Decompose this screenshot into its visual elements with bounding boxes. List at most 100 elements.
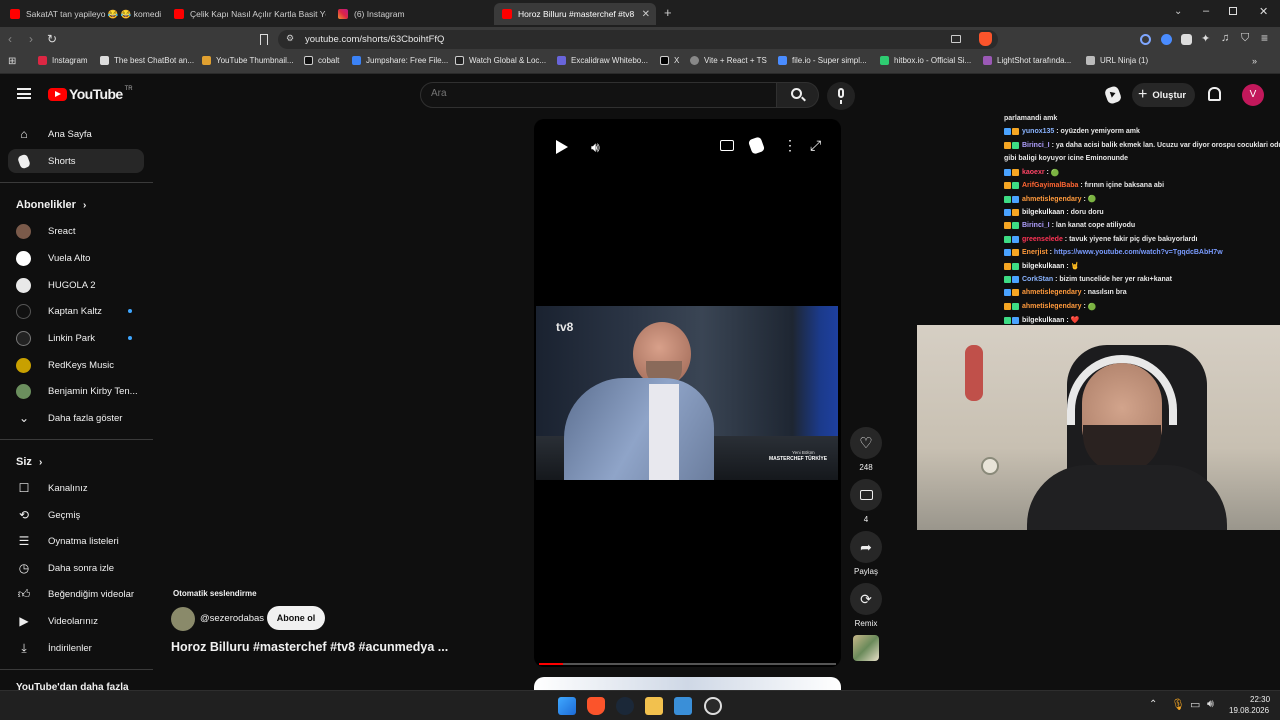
subscription-item[interactable]: Vuela Alto: [8, 246, 144, 270]
extensions-puzzle-icon[interactable]: ✦: [1201, 32, 1210, 45]
back-icon[interactable]: ‹: [8, 32, 12, 46]
search-input[interactable]: [431, 88, 761, 99]
brave-browser-icon[interactable]: [587, 697, 605, 715]
avatar[interactable]: V: [1242, 84, 1264, 106]
short-title[interactable]: Horoz Billuru #masterchef #tv8 #acunmedy…: [171, 640, 448, 654]
cast-icon[interactable]: [951, 35, 961, 43]
channel-avatar[interactable]: [171, 607, 195, 631]
app-icon[interactable]: [674, 697, 692, 715]
subscription-item[interactable]: RedKeys Music: [8, 353, 144, 377]
forward-icon[interactable]: ›: [29, 32, 33, 46]
close-tab-icon[interactable]: ✕: [642, 9, 650, 20]
create-button[interactable]: + Oluştur: [1132, 83, 1195, 107]
progress-track[interactable]: [539, 663, 836, 665]
tab-list-chevron-icon[interactable]: ⌄: [1174, 6, 1182, 17]
sidebar-item-home[interactable]: ⌂ Ana Sayfa: [8, 122, 144, 146]
bookmark-item[interactable]: Vite + React + TS: [690, 56, 767, 65]
bookmark-item[interactable]: Instagram: [38, 56, 88, 65]
comments-button[interactable]: [850, 479, 882, 511]
wallet-icon[interactable]: ⛉: [1241, 32, 1249, 45]
more-options-icon[interactable]: ⋮: [783, 137, 797, 154]
volume-icon[interactable]: 🔊︎: [591, 139, 600, 156]
new-tab-button[interactable]: +: [664, 5, 672, 20]
subscription-item[interactable]: Kaptan Kaltz: [8, 299, 144, 323]
more-bookmarks-icon[interactable]: »: [1252, 56, 1257, 66]
clock-time[interactable]: 22:30: [1250, 695, 1270, 704]
bookmark-item[interactable]: YouTube Thumbnail...: [202, 56, 294, 65]
bookmark-item[interactable]: X: [660, 56, 679, 65]
file-explorer-icon[interactable]: [645, 697, 663, 715]
sound-thumbnail[interactable]: [853, 635, 879, 661]
tab-active[interactable]: Horoz Billuru #masterchef #tv8 # ✕: [494, 3, 656, 25]
bookmark-item[interactable]: LightShot tarafında...: [983, 56, 1071, 65]
tab-1[interactable]: SakatAT tan yapileyo 😂 😂 komedi: [2, 3, 162, 25]
bookmark-item[interactable]: URL Ninja (1): [1086, 56, 1148, 65]
subscription-item[interactable]: Benjamin Kirby Ten...: [8, 379, 144, 403]
notifications-bell-icon[interactable]: [1208, 87, 1221, 101]
steam-icon[interactable]: [616, 697, 634, 715]
shorts-icon[interactable]: [1103, 85, 1123, 105]
extension-icon[interactable]: [1140, 34, 1151, 45]
subscribe-button[interactable]: Abone ol: [267, 606, 325, 630]
tray-chevron-icon[interactable]: ⌃: [1149, 699, 1157, 710]
chat-text[interactable]: https://www.youtube.com/watch?v=TgqdcBAb…: [1054, 249, 1223, 256]
bookmark-item[interactable]: Jumpshare: Free File...: [352, 56, 448, 65]
subscriptions-header[interactable]: Abonelikler ›: [16, 199, 86, 211]
bookmark-item[interactable]: hitbox.io - Official Si...: [880, 56, 971, 65]
clock-date[interactable]: 19.08.2026: [1229, 706, 1269, 715]
subscription-item[interactable]: Linkin Park: [8, 326, 144, 350]
music-note-icon[interactable]: ♫: [1221, 32, 1229, 44]
play-icon[interactable]: [556, 140, 568, 154]
obs-icon[interactable]: [704, 697, 722, 715]
bookmark-item[interactable]: Excalidraw Whitebo...: [557, 56, 648, 65]
network-icon[interactable]: ▭: [1190, 698, 1200, 711]
shorts-settings-icon[interactable]: [747, 136, 766, 155]
sidebar-item-liked[interactable]: 👍︎ Beğendiğim videolar: [8, 582, 144, 606]
minimize-icon[interactable]: –: [1203, 5, 1209, 17]
youtube-logo[interactable]: YouTube TR: [48, 86, 133, 102]
next-short-preview[interactable]: [534, 677, 841, 690]
bookmark-item[interactable]: The best ChatBot an...: [100, 56, 194, 65]
restore-icon[interactable]: [1229, 7, 1237, 15]
windows-start-icon[interactable]: [558, 697, 576, 715]
hamburger-menu-icon[interactable]: [17, 88, 31, 99]
like-button[interactable]: ♡: [850, 427, 882, 459]
brave-shield-icon[interactable]: [979, 32, 992, 46]
menu-icon[interactable]: ≡: [1261, 31, 1268, 45]
sidebar-item-playlists[interactable]: ☰ Oynatma listeleri: [8, 529, 144, 553]
tab-2[interactable]: Çelik Kapı Nasıl Açılır Kartla Basit Yön: [166, 3, 326, 25]
sidebar-item-downloads[interactable]: ⤓ İndirilenler: [8, 636, 144, 660]
fullscreen-icon[interactable]: ⤢: [810, 137, 821, 154]
remix-button[interactable]: ⟳: [850, 583, 882, 615]
microphone-tray-icon[interactable]: 🎙︎: [1171, 698, 1185, 711]
voice-search-button[interactable]: [827, 82, 855, 110]
sidebar-item-your-videos[interactable]: ▶ Videolarınız: [8, 609, 144, 633]
youtube-logo-text: YouTube: [69, 86, 123, 102]
bookmark-item[interactable]: Watch Global & Loc...: [455, 56, 546, 65]
subscription-item[interactable]: Sreact: [8, 219, 144, 243]
sidebar-item-watch-later[interactable]: ◷ Daha sonra izle: [8, 556, 144, 580]
sidebar-item-channel[interactable]: ☐ Kanalınız: [8, 476, 144, 500]
channel-handle[interactable]: @sezerodabas: [200, 613, 264, 624]
share-button[interactable]: ➦: [850, 531, 882, 563]
subscription-item[interactable]: HUGOLA 2: [8, 273, 144, 297]
close-window-icon[interactable]: ✕: [1259, 5, 1268, 18]
captions-icon[interactable]: [720, 140, 734, 151]
url-field[interactable]: ⚙ youtube.com/shorts/63CboihtFfQ: [278, 30, 998, 49]
bookmark-page-icon[interactable]: [260, 34, 268, 45]
extension-icon[interactable]: [1161, 34, 1172, 45]
volume-tray-icon[interactable]: 🔊︎: [1207, 698, 1214, 711]
sidebar-item-history[interactable]: ⟲ Geçmiş: [8, 503, 144, 527]
site-info-icon[interactable]: ⚙: [286, 33, 294, 44]
reload-icon[interactable]: ↻: [47, 32, 57, 46]
shorts-player[interactable]: 🔊︎ ⋮ ⤢ tv8 Yeni Bölüm MASTERCHEF TÜRKİYE: [534, 119, 841, 667]
extension-icon[interactable]: [1181, 34, 1192, 45]
search-button[interactable]: [777, 82, 819, 108]
show-more-button[interactable]: ⌄ Daha fazla göster: [8, 406, 144, 430]
bookmark-item[interactable]: file.io - Super simpl...: [778, 56, 867, 65]
sidebar-item-shorts[interactable]: Shorts: [8, 149, 144, 173]
tab-3[interactable]: (6) Instagram: [330, 3, 490, 25]
bookmark-item[interactable]: cobalt: [304, 56, 339, 65]
apps-grid-icon[interactable]: ⊞: [8, 56, 16, 67]
you-header[interactable]: Siz ›: [16, 456, 42, 468]
